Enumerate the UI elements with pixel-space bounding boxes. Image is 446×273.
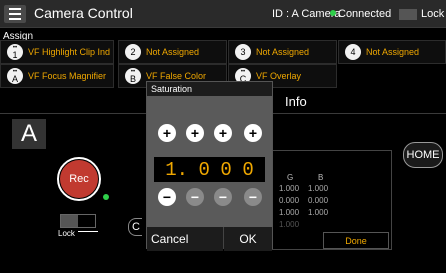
increment-digit-4-button[interactable]: + bbox=[244, 124, 262, 142]
assign-badge: 4 bbox=[345, 44, 361, 60]
saturation-value-display: 1. 0 0 0 bbox=[154, 157, 265, 182]
dialog-title: Saturation bbox=[151, 84, 193, 94]
lock-arrow-icon bbox=[78, 231, 98, 232]
decrement-digit-4-button[interactable]: − bbox=[244, 188, 262, 206]
increment-digit-1-button[interactable]: + bbox=[158, 124, 176, 142]
lock-toggle-label: Lock→ bbox=[421, 8, 446, 20]
info-title: Info bbox=[285, 94, 307, 109]
assign-label-text: Not Assigned bbox=[256, 47, 310, 57]
assign-badge: •• 1 bbox=[7, 44, 23, 60]
table-cell: 1.000 bbox=[308, 184, 329, 193]
assign-row-1: •• 1 VF Highlight Clip Ind 2 Not Assigned… bbox=[0, 40, 446, 64]
digit-1: 1. bbox=[165, 158, 189, 181]
digit-2: 0 bbox=[198, 158, 210, 181]
rec-status-led-icon bbox=[103, 194, 109, 200]
increment-digit-2-button[interactable]: + bbox=[186, 124, 204, 142]
saturation-dialog: Saturation + + + + 1. 0 0 0 − − − − Canc… bbox=[146, 81, 273, 251]
camera-letter: A bbox=[12, 119, 46, 149]
title-bar: Camera Control ID : A Camera Connected L… bbox=[0, 0, 446, 28]
app-title: Camera Control bbox=[34, 5, 133, 21]
digit-3: 0 bbox=[220, 158, 232, 181]
decrement-digit-1-button[interactable]: − bbox=[158, 188, 176, 206]
c-button[interactable]: C bbox=[128, 218, 142, 236]
table-cell: 1.000 bbox=[279, 220, 300, 229]
assign-badge: •• B bbox=[125, 68, 141, 84]
digit-4: 0 bbox=[242, 158, 254, 181]
table-cell: 0.000 bbox=[308, 196, 329, 205]
ok-button[interactable]: OK bbox=[224, 227, 272, 251]
assign-button-a[interactable]: •• A VF Focus Magnifier bbox=[0, 64, 114, 88]
assign-badge: 3 bbox=[235, 44, 251, 60]
assign-button-1[interactable]: •• 1 VF Highlight Clip Ind bbox=[0, 40, 114, 64]
assign-label-text: VF Highlight Clip Ind bbox=[28, 47, 111, 57]
table-cell: 1.000 bbox=[279, 184, 300, 193]
assign-button-3[interactable]: 3 Not Assigned bbox=[228, 40, 337, 64]
home-button[interactable]: HOME bbox=[403, 142, 443, 168]
table-cell: 0.000 bbox=[279, 196, 300, 205]
dialog-body: + + + + 1. 0 0 0 − − − − bbox=[147, 96, 272, 234]
connection-label: Connected bbox=[338, 8, 392, 20]
lock-switch-label: Lock bbox=[58, 229, 75, 238]
assign-button-2[interactable]: 2 Not Assigned bbox=[118, 40, 227, 64]
done-button[interactable]: Done bbox=[323, 232, 389, 249]
assign-label-text: Not Assigned bbox=[366, 47, 420, 57]
lock-switch[interactable] bbox=[60, 214, 96, 228]
connection-status: Connected bbox=[330, 8, 391, 20]
connected-dot-icon bbox=[330, 10, 336, 16]
assign-label-text: VF False Color bbox=[146, 71, 207, 81]
assign-badge: •• A bbox=[7, 68, 23, 84]
menu-icon[interactable] bbox=[4, 5, 26, 23]
assign-badge: 2 bbox=[125, 44, 141, 60]
assign-label-text: Not Assigned bbox=[146, 47, 200, 57]
decrement-digit-3-button[interactable]: − bbox=[214, 188, 232, 206]
lock-toggle[interactable] bbox=[399, 9, 417, 20]
cancel-button[interactable]: Cancel bbox=[147, 227, 223, 251]
assign-label-text: VF Focus Magnifier bbox=[28, 71, 107, 81]
col-b-header: B bbox=[318, 173, 324, 182]
col-g-header: G bbox=[287, 173, 294, 182]
increment-digit-3-button[interactable]: + bbox=[214, 124, 232, 142]
assign-button-4[interactable]: 4 Not Assigned bbox=[338, 40, 446, 64]
table-cell: 1.000 bbox=[279, 208, 300, 217]
rec-button[interactable]: Rec bbox=[60, 160, 98, 198]
table-cell: 1.000 bbox=[308, 208, 329, 217]
assign-label-text: VF Overlay bbox=[256, 71, 302, 81]
decrement-digit-2-button[interactable]: − bbox=[186, 188, 204, 206]
